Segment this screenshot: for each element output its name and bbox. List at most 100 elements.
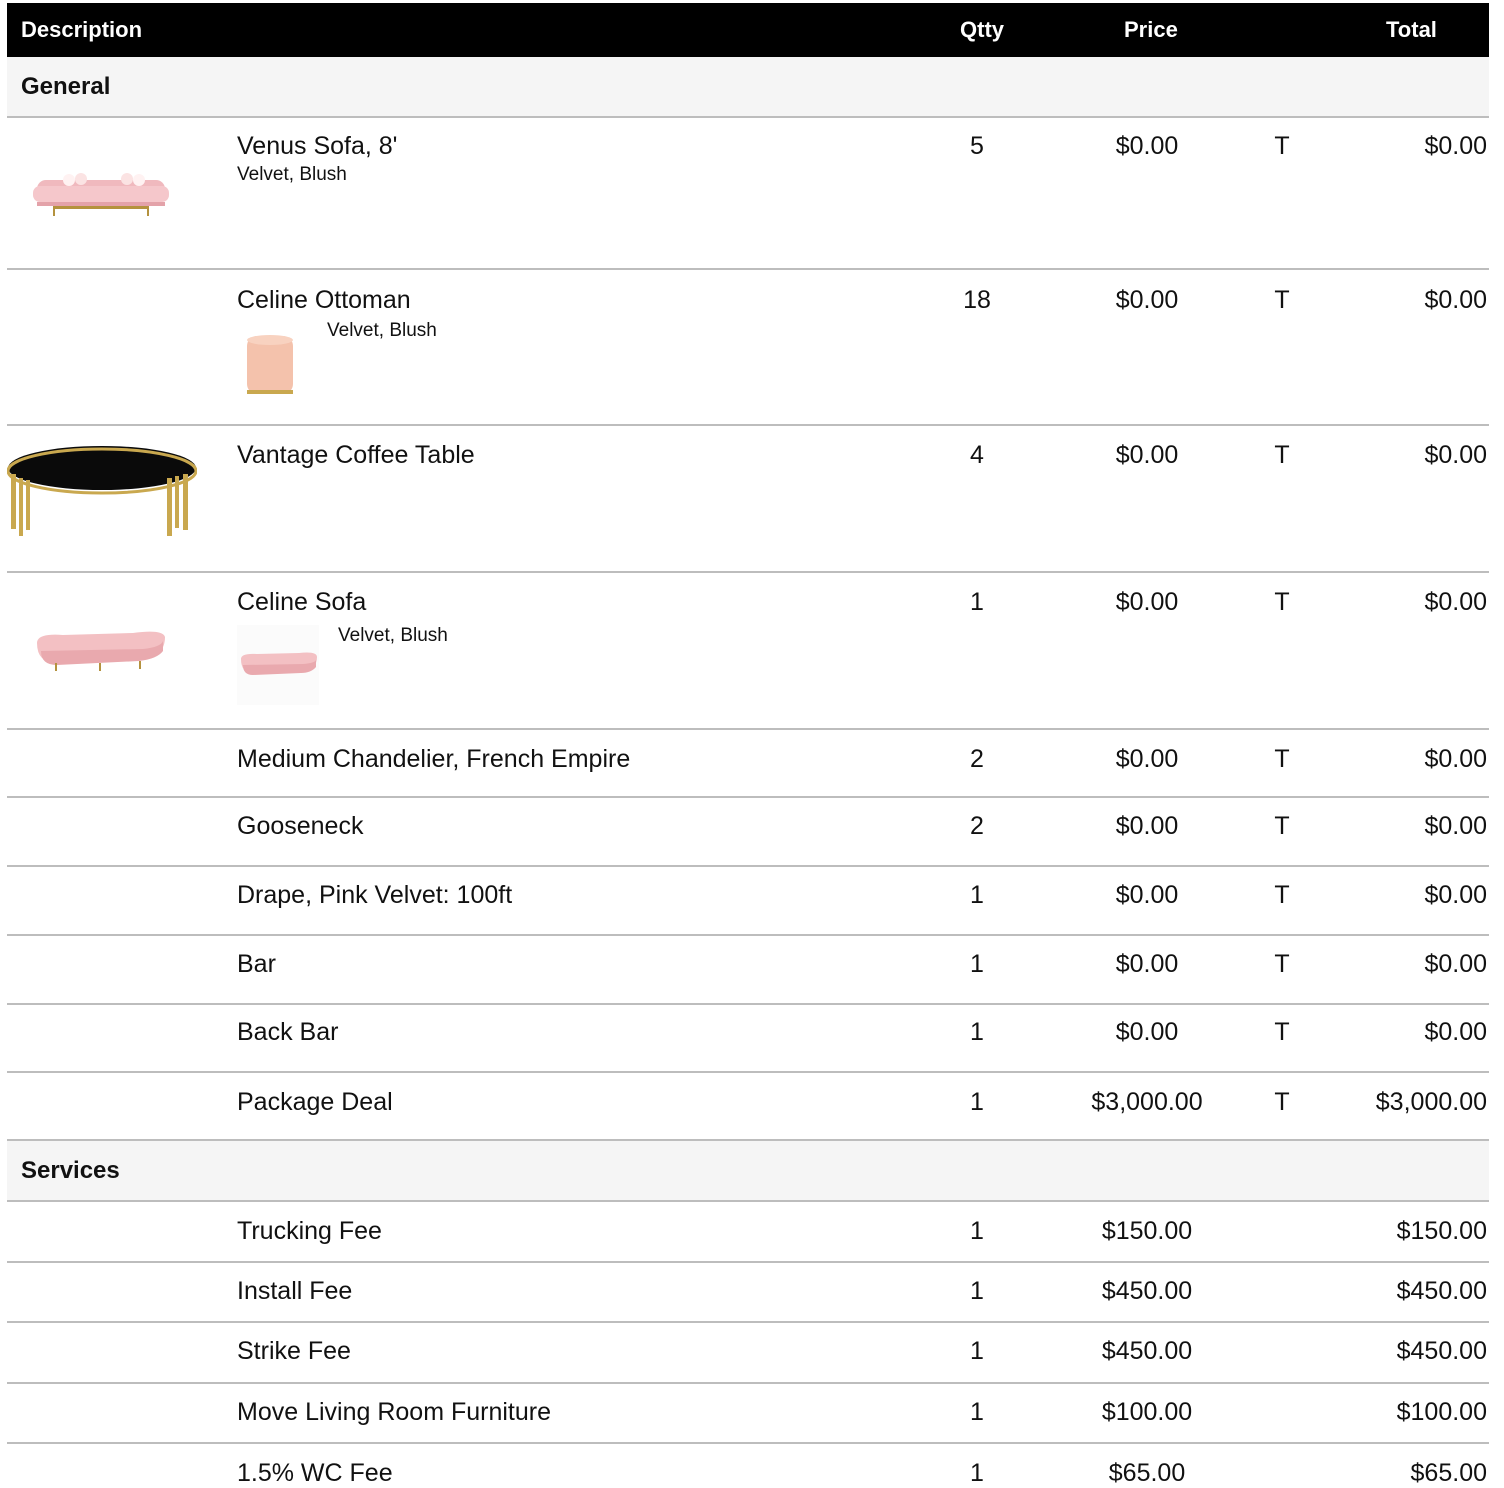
item-price: $0.00 <box>1115 588 1179 616</box>
item-name: Bar <box>237 950 276 978</box>
item-price: $450.00 <box>1101 1337 1193 1365</box>
table-row: Drape, Pink Velvet: 100ft 1 $0.00 T $0.0… <box>7 867 1489 936</box>
table-row: Celine Sofa Velvet, Blush 1 $0.00 T $0.0… <box>7 573 1489 730</box>
col-price: Price <box>1124 17 1178 42</box>
item-qty: 1 <box>970 1088 984 1116</box>
item-total: $0.00 <box>1424 881 1487 909</box>
item-variant: Velvet, Blush <box>237 164 347 185</box>
item-tax: T <box>1274 286 1290 314</box>
table-row: Package Deal 1 $3,000.00 T $3,000.00 <box>7 1073 1489 1141</box>
item-name: Celine Sofa <box>237 588 367 616</box>
section-services: Services <box>7 1141 1489 1202</box>
item-total: $3,000.00 <box>1375 1088 1487 1116</box>
item-total: $0.00 <box>1424 1018 1487 1046</box>
item-variant: Velvet, Blush <box>338 625 448 646</box>
table-row: Back Bar 1 $0.00 T $0.00 <box>7 1005 1489 1073</box>
item-variant: Velvet, Blush <box>327 320 437 341</box>
item-price: $100.00 <box>1101 1398 1193 1426</box>
item-name: Strike Fee <box>237 1337 351 1365</box>
item-qty: 1 <box>970 1459 984 1487</box>
item-name: Install Fee <box>237 1277 353 1305</box>
item-price: $0.00 <box>1115 441 1179 469</box>
section-title: General <box>21 73 111 100</box>
item-tax: T <box>1274 950 1290 978</box>
col-qty: Qtty <box>960 17 1004 42</box>
item-qty: 5 <box>970 132 984 160</box>
item-price: $150.00 <box>1101 1217 1193 1245</box>
table-row: Venus Sofa, 8' Velvet, Blush 5 $0.00 T $… <box>7 118 1489 270</box>
table-row: Medium Chandelier, French Empire 2 $0.00… <box>7 730 1489 798</box>
table-row: Trucking Fee 1 $150.00 $150.00 <box>7 1202 1489 1263</box>
item-tax: T <box>1274 745 1290 773</box>
item-qty: 1 <box>970 1018 984 1046</box>
item-total: $150.00 <box>1396 1217 1487 1245</box>
item-name: Vantage Coffee Table <box>237 441 475 469</box>
item-tax: T <box>1274 132 1290 160</box>
pink-ottoman-image <box>247 335 293 394</box>
item-price: $0.00 <box>1115 745 1179 773</box>
item-tax: T <box>1274 881 1290 909</box>
item-price: $65.00 <box>1108 1459 1186 1487</box>
table-row: 1.5% WC Fee 1 $65.00 $65.00 <box>7 1444 1489 1488</box>
item-total: $0.00 <box>1424 132 1487 160</box>
item-qty: 1 <box>970 1277 984 1305</box>
item-price: $3,000.00 <box>1091 1088 1203 1116</box>
item-qty: 1 <box>970 588 984 616</box>
item-price: $0.00 <box>1115 286 1179 314</box>
item-name: Venus Sofa, 8' <box>237 132 398 160</box>
item-price: $0.00 <box>1115 950 1179 978</box>
item-tax: T <box>1274 441 1290 469</box>
item-name: Gooseneck <box>237 812 364 840</box>
table-row: Strike Fee 1 $450.00 $450.00 <box>7 1323 1489 1384</box>
table-row: Gooseneck 2 $0.00 T $0.00 <box>7 798 1489 867</box>
table-row: Bar 1 $0.00 T $0.00 <box>7 936 1489 1005</box>
table-row: Install Fee 1 $450.00 $450.00 <box>7 1263 1489 1323</box>
item-total: $100.00 <box>1396 1398 1487 1426</box>
item-tax: T <box>1274 812 1290 840</box>
item-qty: 1 <box>970 1398 984 1426</box>
item-qty: 2 <box>970 745 984 773</box>
item-name: Back Bar <box>237 1018 339 1046</box>
curved-pink-sofa-thumbnail <box>237 625 319 705</box>
item-total: $0.00 <box>1424 745 1487 773</box>
item-name: Move Living Room Furniture <box>237 1398 552 1426</box>
item-price: $0.00 <box>1115 881 1179 909</box>
item-total: $0.00 <box>1424 950 1487 978</box>
item-qty: 1 <box>970 950 984 978</box>
table-row: Celine Ottoman Velvet, Blush 18 $0.00 T … <box>7 270 1489 426</box>
item-name: Celine Ottoman <box>237 286 411 314</box>
item-name: Drape, Pink Velvet: 100ft <box>237 881 513 909</box>
item-total: $0.00 <box>1424 441 1487 469</box>
curved-pink-sofa-image <box>37 631 165 671</box>
item-tax: T <box>1274 1018 1290 1046</box>
item-total: $450.00 <box>1396 1277 1487 1305</box>
item-price: $0.00 <box>1115 812 1179 840</box>
item-price: $450.00 <box>1101 1277 1193 1305</box>
section-general: General <box>7 57 1489 118</box>
black-gold-coffee-table-image <box>7 446 197 536</box>
table-row: Vantage Coffee Table 4 $0.00 T $0.00 <box>7 426 1489 573</box>
item-total: $0.00 <box>1424 588 1487 616</box>
col-description: Description <box>21 17 143 42</box>
item-qty: 18 <box>963 286 991 314</box>
section-title: Services <box>21 1157 120 1184</box>
item-qty: 1 <box>970 1217 984 1245</box>
item-total: $0.00 <box>1424 286 1487 314</box>
item-tax: T <box>1274 588 1290 616</box>
pink-sofa-image <box>33 173 169 216</box>
item-qty: 2 <box>970 812 984 840</box>
item-qty: 4 <box>970 441 984 469</box>
item-name: 1.5% WC Fee <box>237 1459 393 1487</box>
item-price: $0.00 <box>1115 132 1179 160</box>
item-qty: 1 <box>970 1337 984 1365</box>
item-name: Package Deal <box>237 1088 393 1116</box>
table-row: Move Living Room Furniture 1 $100.00 $10… <box>7 1384 1489 1444</box>
item-qty: 1 <box>970 881 984 909</box>
col-total: Total <box>1386 17 1437 42</box>
item-price: $0.00 <box>1115 1018 1179 1046</box>
item-total: $450.00 <box>1396 1337 1487 1365</box>
item-tax: T <box>1274 1088 1290 1116</box>
item-total: $0.00 <box>1424 812 1487 840</box>
table-header: Description Qtty Price Total <box>7 3 1489 57</box>
item-total: $65.00 <box>1410 1459 1487 1487</box>
